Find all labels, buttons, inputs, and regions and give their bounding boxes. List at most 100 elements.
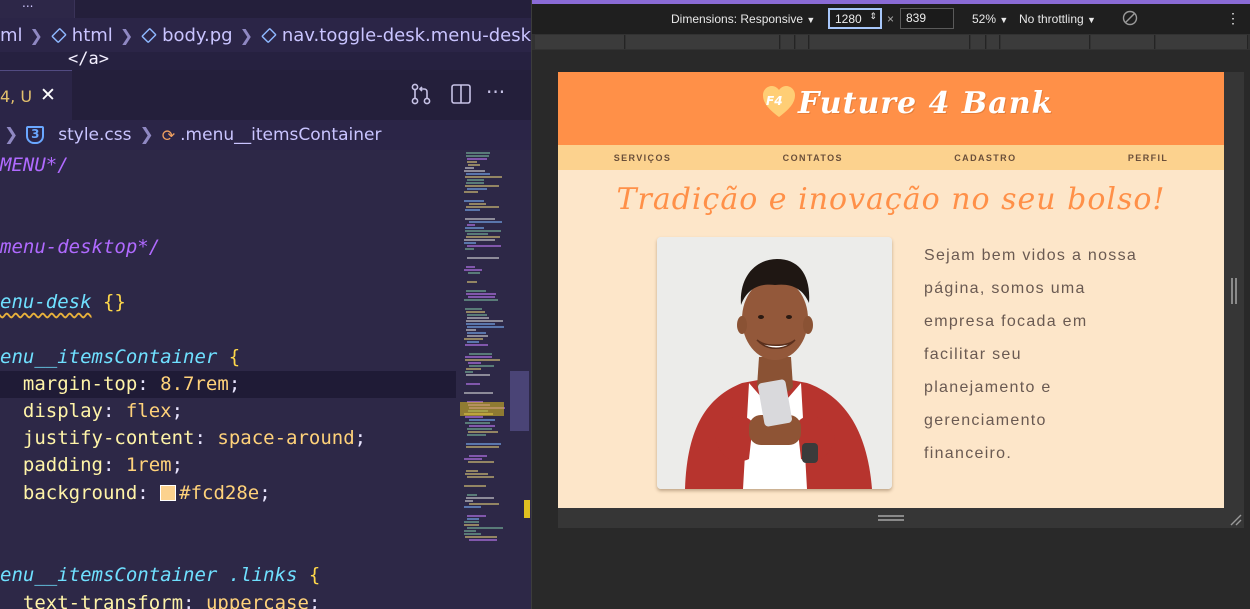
minimap-line: [469, 419, 495, 421]
tab-status-label: 4, U: [0, 87, 33, 106]
scrollbar-marker: [524, 500, 530, 518]
editor-tab-stub[interactable]: ...: [0, 0, 75, 18]
hero-photo: [657, 237, 892, 489]
resize-handle-right[interactable]: [1224, 72, 1244, 528]
split-editor-icon[interactable]: [450, 83, 472, 110]
minimap-line: [465, 248, 474, 250]
dropdown-arrow-icon: ▼: [999, 15, 1009, 25]
dropdown-arrow-icon: ▼: [1087, 15, 1096, 25]
width-input[interactable]: 1280 ⇕: [828, 8, 882, 29]
breadcrumb-item-html[interactable]: html: [72, 25, 113, 46]
editor-scrollbar[interactable]: [508, 150, 531, 609]
minimap-line: [464, 521, 479, 523]
media-query-ruler[interactable]: [532, 34, 1250, 50]
breadcrumb-item-file[interactable]: style.css: [58, 125, 131, 145]
height-input[interactable]: 839: [900, 8, 954, 29]
minimap-line: [464, 458, 482, 460]
breadcrumb-item-nav[interactable]: nav.toggle-desk.menu-desk: [282, 25, 531, 46]
resize-corner-icon[interactable]: [1228, 512, 1242, 526]
rotate-icon[interactable]: [1122, 10, 1138, 29]
minimap-line: [468, 272, 480, 274]
minimap-line: [467, 341, 479, 343]
minimap-line: [467, 434, 486, 436]
minimap-line: [467, 233, 488, 235]
code-line: MENU*/: [0, 154, 69, 176]
dimensions-dropdown[interactable]: Dimensions: Responsive ▼: [671, 12, 815, 26]
minimap-line: [468, 164, 480, 166]
nav-link-cadastro[interactable]: Cadastro: [954, 153, 1016, 163]
code-editor-window: ... ml ❯ html ❯ body.pg ❯ nav.toggle-des…: [0, 0, 531, 609]
intro-paragraph: Sejam bem vidos a nossa página, somos um…: [924, 247, 1138, 462]
minimap-line: [468, 431, 498, 433]
minimap-line: [466, 497, 494, 499]
nav-link-perfil[interactable]: Perfil: [1128, 153, 1168, 163]
css-file-icon: 3: [26, 126, 45, 144]
minimap-line: [466, 155, 489, 157]
code-line: menu-desktop*/: [0, 236, 161, 258]
element-cube-icon: [141, 27, 157, 43]
minimap-line: [465, 473, 488, 475]
minimap-line: [464, 242, 476, 244]
device-toolbar: Dimensions: Responsive ▼ 1280 ⇕ × 839 52%…: [532, 4, 1250, 34]
code-snippet-anchor: </a>: [68, 49, 109, 69]
minimap-line: [467, 332, 486, 334]
editor-tab-bar: 4, U ✕ ···: [0, 70, 531, 120]
site-header: F4 Future 4 Bank: [558, 72, 1224, 145]
chevron-right-icon: ❯: [4, 125, 19, 145]
minimap-line: [466, 293, 496, 295]
throttling-dropdown[interactable]: No throttling ▼: [1019, 12, 1096, 26]
minimap-line: [466, 206, 499, 208]
chevron-right-icon: ❯: [29, 25, 43, 45]
scrollbar-thumb[interactable]: [510, 371, 529, 431]
minimap-line: [465, 167, 474, 169]
code-line: padding: 1rem;: [22, 454, 184, 476]
minimap-line: [467, 188, 487, 190]
dimension-separator: ×: [887, 12, 895, 26]
resize-handle-bottom[interactable]: [558, 508, 1244, 528]
minimap-line: [466, 323, 495, 325]
minimap-viewport: [460, 402, 504, 416]
minimap-line: [464, 200, 484, 202]
minimap-line: [466, 470, 478, 472]
zoom-dropdown[interactable]: 52% ▼: [972, 12, 1008, 26]
minimap-line: [465, 356, 492, 358]
breadcrumb-item-body[interactable]: body.pg: [162, 25, 233, 46]
minimap-line: [465, 227, 484, 229]
code-line: enu__itemsContainer {: [0, 346, 241, 368]
minimap-line: [466, 329, 476, 331]
css-symbol-icon: ⟳: [161, 125, 176, 145]
minimap-line: [467, 245, 501, 247]
close-icon[interactable]: ✕: [40, 84, 56, 106]
color-swatch[interactable]: [160, 485, 177, 501]
code-area[interactable]: MENU*/ menu-desktop*/ enu-desk {} enu__i…: [0, 150, 456, 609]
breadcrumb-item-symbol[interactable]: .menu__itemsContainer: [180, 125, 381, 145]
minimap[interactable]: [456, 150, 508, 609]
code-line: text-transform: uppercase;: [22, 592, 321, 609]
chevron-right-icon: ❯: [239, 25, 253, 45]
heart-logo-icon[interactable]: F4: [761, 84, 797, 120]
chevron-right-icon: ❯: [119, 25, 134, 45]
minimap-line: [468, 362, 481, 364]
hero-title: Tradição e inovação no seu bolso!: [616, 182, 1166, 217]
minimap-line: [466, 173, 490, 175]
minimap-line: [467, 281, 477, 283]
source-control-icon[interactable]: [410, 83, 432, 110]
minimap-line: [465, 209, 480, 211]
code-line: margin-top: 8.7rem;: [22, 373, 241, 395]
more-options-icon[interactable]: ⋮: [1226, 10, 1240, 27]
minimap-line: [464, 299, 498, 301]
breadcrumb-item-root[interactable]: ml: [0, 25, 23, 46]
minimap-line: [467, 428, 492, 430]
code-line: display: flex;: [22, 400, 184, 422]
nav-link-contatos[interactable]: Contatos: [783, 153, 843, 163]
more-icon[interactable]: ···: [486, 80, 505, 104]
minimap-line: [464, 239, 495, 241]
dropdown-arrow-icon: ▼: [806, 15, 816, 25]
minimap-line: [464, 338, 483, 340]
minimap-line: [465, 500, 473, 502]
minimap-line: [466, 236, 500, 238]
nav-link-servicos[interactable]: Serviços: [614, 153, 672, 163]
minimap-line: [469, 539, 497, 541]
minimap-line: [466, 383, 480, 385]
tab-active-file[interactable]: 4, U ✕: [0, 70, 72, 120]
